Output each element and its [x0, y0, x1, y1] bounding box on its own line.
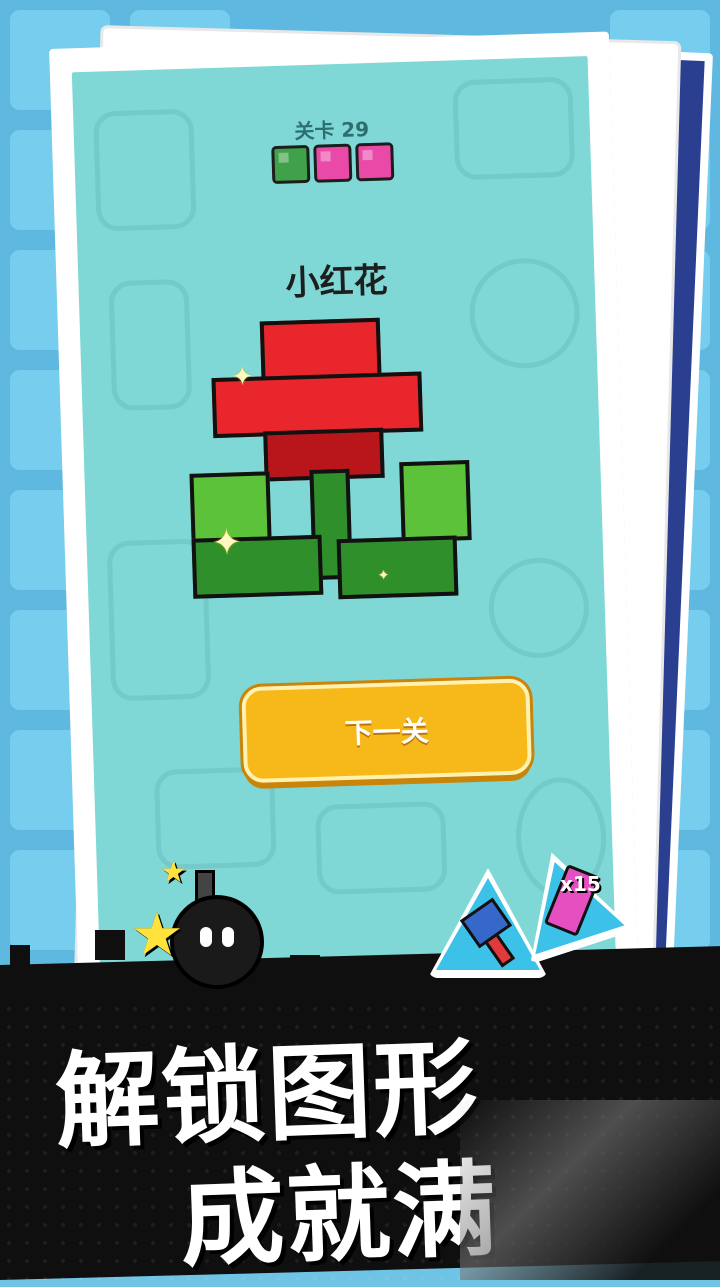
pixel-chip: [290, 955, 320, 970]
leaf-block: [399, 460, 472, 543]
sparkle-icon: ✦: [211, 522, 243, 565]
next-level-button[interactable]: 下一关: [241, 678, 533, 784]
marker-count: x15: [560, 872, 601, 896]
bomb-eye: [222, 927, 234, 947]
doodle-shape: [487, 556, 591, 660]
star-icon: ★: [130, 900, 184, 970]
pixel-chip: [10, 945, 30, 965]
progress-cube-complete: [271, 144, 311, 185]
flower-block: [259, 317, 382, 382]
leaf-block: [336, 535, 459, 600]
pixel-chip: [680, 970, 710, 1000]
progress-cube: [355, 142, 395, 182]
progress-cube: [313, 143, 353, 183]
bomb-eye: [200, 927, 212, 947]
promo-subheadline: 成就满: [178, 1148, 501, 1282]
pixel-chip: [95, 930, 125, 960]
sparkle-icon: ✦: [377, 567, 390, 584]
star-icon: ★: [160, 855, 187, 890]
pixel-flower-image: ✦ ✦ ✦: [189, 314, 499, 623]
card-panel: 关卡 29 小红花 ✦ ✦ ✦ 下一关: [71, 56, 617, 988]
promo-fade-overlay: [460, 1100, 720, 1280]
sparkle-icon: ✦: [230, 361, 254, 393]
bomb-mascot: [170, 895, 264, 989]
